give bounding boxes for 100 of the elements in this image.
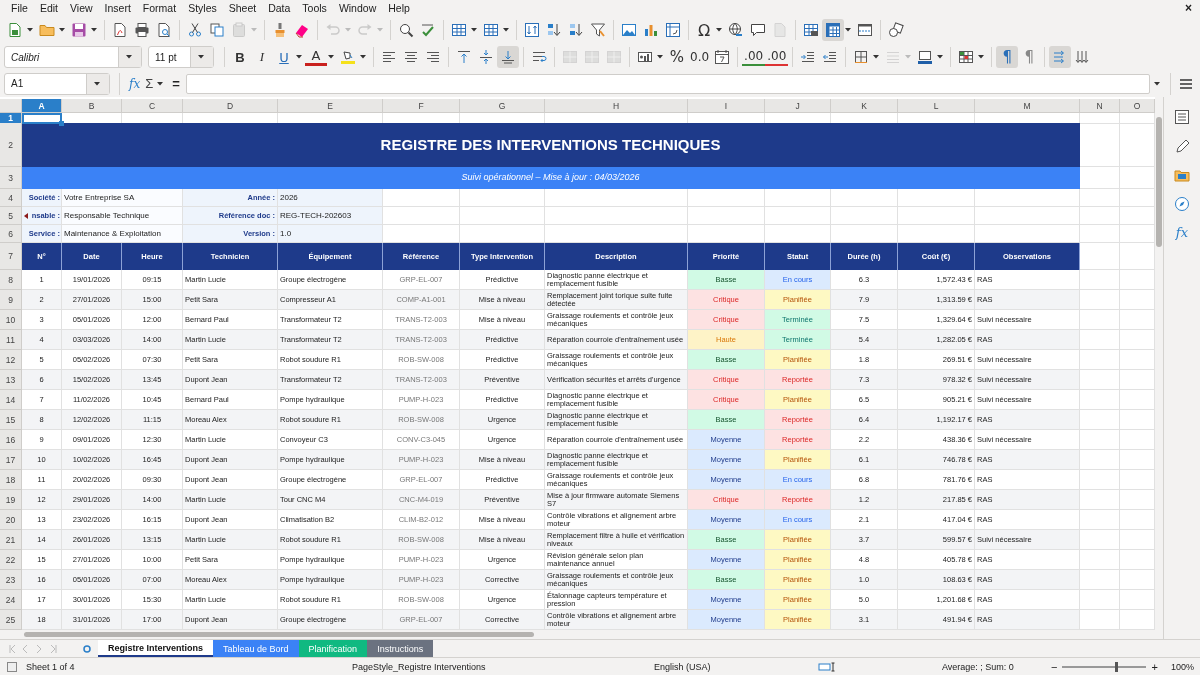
pdf-document-icon[interactable] (112, 22, 128, 39)
menu-item[interactable]: Styles (182, 2, 223, 15)
row-header[interactable]: 16 (0, 430, 22, 451)
font-size-field[interactable]: 11 pt (148, 46, 214, 69)
shapes-icon[interactable] (888, 22, 904, 39)
properties-icon[interactable] (1173, 109, 1190, 126)
font-color-button[interactable]: A (305, 48, 327, 67)
row-header[interactable]: 18 (0, 470, 22, 491)
function-wizard-button[interactable]: fx (127, 76, 143, 91)
row-header[interactable]: 17 (0, 450, 22, 471)
row-header[interactable]: 5 (0, 207, 22, 226)
scissors-icon[interactable] (187, 22, 203, 39)
zoom-slider-thumb[interactable] (1114, 661, 1118, 672)
row-header[interactable]: 6 (0, 225, 22, 244)
row-header[interactable]: 2 (0, 123, 22, 168)
menu-item[interactable]: File (5, 2, 34, 15)
row-header[interactable]: 24 (0, 590, 22, 611)
magnifier-icon[interactable] (398, 22, 414, 39)
gallery-icon[interactable] (1173, 167, 1190, 184)
column-header[interactable]: B (62, 99, 122, 114)
column-header[interactable]: C (122, 99, 183, 114)
copy-icon[interactable] (209, 22, 225, 39)
menu-item[interactable]: Edit (33, 2, 64, 15)
row-header[interactable]: 23 (0, 570, 22, 591)
menu-item[interactable]: Tools (296, 2, 333, 15)
row-header[interactable]: 19 (0, 490, 22, 511)
row-header[interactable]: 9 (0, 290, 22, 311)
sheet-tab[interactable]: Instructions (367, 640, 434, 658)
row-header[interactable]: 12 (0, 350, 22, 371)
globe-icon[interactable] (728, 22, 744, 39)
eraser-icon[interactable] (294, 22, 310, 39)
compass-icon[interactable] (1173, 196, 1190, 213)
selection-mode-icon[interactable] (818, 660, 836, 673)
column-header[interactable]: N (1080, 99, 1120, 114)
column-header[interactable]: E (278, 99, 383, 114)
column-header[interactable]: F (383, 99, 460, 114)
pen-icon[interactable] (1173, 138, 1190, 155)
column-header[interactable]: K (831, 99, 898, 114)
zoom-out-button[interactable]: − (1046, 660, 1063, 673)
sort-icon[interactable] (524, 22, 540, 39)
functions-deck-button[interactable]: fx (1175, 225, 1188, 241)
row-header[interactable]: 8 (0, 270, 22, 291)
row-header[interactable]: 11 (0, 330, 22, 351)
vertical-text-icon[interactable] (1074, 49, 1091, 66)
horizontal-scrollbar-thumb[interactable] (24, 632, 534, 638)
sheet-tab[interactable]: Registre Interventions (98, 640, 214, 658)
funnel-icon[interactable] (590, 22, 606, 39)
font-name-field[interactable]: Calibri (4, 46, 142, 69)
row-header[interactable]: 14 (0, 390, 22, 411)
paint-bucket-icon[interactable] (340, 49, 356, 66)
column-header[interactable]: D (183, 99, 278, 114)
paragraph-ltr-button[interactable]: ¶ (996, 46, 1019, 69)
column-header[interactable]: J (765, 99, 831, 114)
close-button[interactable]: × (1177, 1, 1200, 16)
percent-format-button[interactable]: % (666, 46, 688, 69)
column-header[interactable]: O (1120, 99, 1155, 114)
formula-input-field[interactable] (185, 73, 1150, 94)
calendar-icon[interactable] (714, 49, 731, 66)
sum-button[interactable]: Σ (145, 76, 154, 92)
picture-icon[interactable] (621, 22, 637, 39)
row-header[interactable]: 4 (0, 189, 22, 208)
sort-descending-icon[interactable] (568, 22, 584, 39)
row-header[interactable]: 10 (0, 310, 22, 331)
row-header[interactable]: 21 (0, 530, 22, 551)
number-format-button[interactable]: 0.0 (688, 46, 712, 69)
bar-chart-icon[interactable] (643, 22, 659, 39)
row-header[interactable]: 22 (0, 550, 22, 571)
zoom-in-button[interactable]: + (1146, 660, 1163, 673)
menu-item[interactable]: Help (382, 2, 416, 15)
sheet-add-icon[interactable] (82, 643, 92, 654)
name-box[interactable]: A1 (4, 72, 110, 95)
conditional-format-icon[interactable] (958, 49, 975, 66)
column-header[interactable]: I (688, 99, 765, 114)
border-color-icon[interactable] (917, 49, 934, 66)
align-middle-icon[interactable] (478, 49, 494, 66)
table-printer-icon[interactable] (803, 22, 819, 39)
column-header[interactable]: L (898, 99, 975, 114)
new-document-icon[interactable] (7, 22, 23, 39)
bold-button[interactable]: B (229, 46, 251, 69)
table-icon[interactable] (451, 22, 467, 39)
checkmark-icon[interactable] (420, 22, 436, 39)
borders-icon[interactable] (853, 49, 870, 66)
print-preview-icon[interactable] (156, 22, 172, 39)
menu-item[interactable]: Insert (98, 2, 137, 15)
vertical-scrollbar-thumb[interactable] (1156, 117, 1162, 248)
menu-item[interactable]: Sheet (222, 2, 263, 15)
sort-ascending-icon[interactable] (546, 22, 562, 39)
column-header[interactable]: G (460, 99, 545, 114)
row-header[interactable]: 25 (0, 610, 22, 631)
menu-item[interactable]: Data (262, 2, 297, 15)
split-window-icon[interactable] (857, 22, 873, 39)
align-top-icon[interactable] (456, 49, 472, 66)
column-header[interactable]: A (22, 99, 62, 114)
italic-button[interactable]: I (251, 46, 273, 69)
delete-decimal-button[interactable]: .00 (765, 48, 789, 67)
pivot-table-icon[interactable] (665, 22, 681, 39)
column-header[interactable]: M (975, 99, 1080, 114)
add-decimal-button[interactable]: .00 (742, 48, 766, 67)
speech-bubble-icon[interactable] (750, 22, 766, 39)
table-icon[interactable] (483, 22, 499, 39)
